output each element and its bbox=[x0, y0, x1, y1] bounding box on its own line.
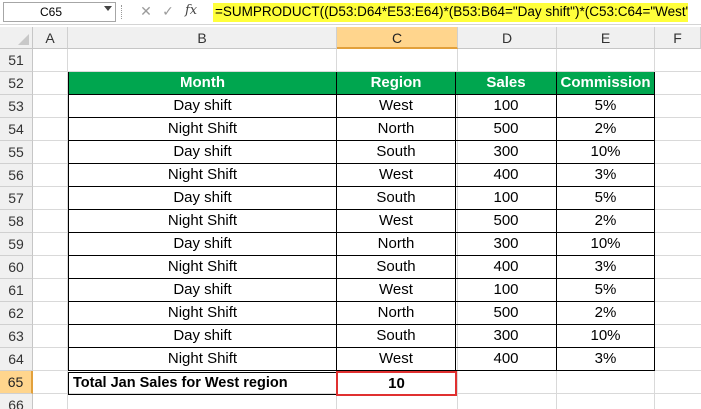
insert-function-icon[interactable]: fx bbox=[185, 3, 197, 18]
row-header-52[interactable]: 52 bbox=[0, 72, 33, 95]
cell-month[interactable]: Night Shift bbox=[68, 302, 337, 325]
row-header-58[interactable]: 58 bbox=[0, 210, 33, 233]
cell-sales[interactable]: 500 bbox=[456, 118, 557, 141]
row-header-63[interactable]: 63 bbox=[0, 325, 33, 348]
row-header-61[interactable]: 61 bbox=[0, 279, 33, 302]
cell-commission[interactable]: 2% bbox=[557, 210, 655, 233]
cell-region[interactable]: West bbox=[337, 348, 456, 371]
cell-commission[interactable]: 2% bbox=[557, 302, 655, 325]
cell-month[interactable]: Day shift bbox=[68, 233, 337, 256]
table-row: Night Shift North 500 2% bbox=[68, 302, 655, 325]
cell-commission[interactable]: 3% bbox=[557, 348, 655, 371]
cell-month[interactable]: Day shift bbox=[68, 325, 337, 348]
table-header-row: Month Region Sales Commission bbox=[68, 72, 655, 95]
row-header-53[interactable]: 53 bbox=[0, 95, 33, 118]
cell-month[interactable]: Night Shift bbox=[68, 118, 337, 141]
row-header-56[interactable]: 56 bbox=[0, 164, 33, 187]
row-header-65[interactable]: 65 bbox=[0, 371, 33, 394]
row-header-57[interactable]: 57 bbox=[0, 187, 33, 210]
table-row: Day shift North 300 10% bbox=[68, 233, 655, 256]
row-header-59[interactable]: 59 bbox=[0, 233, 33, 256]
select-all-icon bbox=[18, 34, 29, 45]
header-month[interactable]: Month bbox=[68, 72, 337, 95]
table-row: Night Shift West 500 2% bbox=[68, 210, 655, 233]
cell-region[interactable]: South bbox=[337, 256, 456, 279]
formula-bar: C65 ✕ ✓ fx =SUMPRODUCT((D53:D64*E53:E64)… bbox=[0, 0, 701, 25]
cell-commission[interactable]: 2% bbox=[557, 118, 655, 141]
cell-commission[interactable]: 10% bbox=[557, 325, 655, 348]
cell-month[interactable]: Night Shift bbox=[68, 164, 337, 187]
cell-sales[interactable]: 100 bbox=[456, 187, 557, 210]
cell-region[interactable]: South bbox=[337, 141, 456, 164]
formula-input[interactable]: =SUMPRODUCT((D53:D64*E53:E64)*(B53:B64="… bbox=[213, 3, 688, 22]
name-box[interactable]: C65 bbox=[3, 2, 116, 22]
cell-commission[interactable]: 5% bbox=[557, 279, 655, 302]
cell-commission[interactable]: 3% bbox=[557, 256, 655, 279]
select-all-corner[interactable] bbox=[0, 27, 33, 49]
header-sales[interactable]: Sales bbox=[456, 72, 557, 95]
row-header-66[interactable]: 66 bbox=[0, 394, 33, 409]
cancel-entry-icon[interactable]: ✕ bbox=[138, 3, 154, 20]
cell-region[interactable]: West bbox=[337, 95, 456, 118]
cell-commission[interactable]: 10% bbox=[557, 233, 655, 256]
cell-month[interactable]: Night Shift bbox=[68, 210, 337, 233]
cell-region[interactable]: South bbox=[337, 187, 456, 210]
cell-region[interactable]: South bbox=[337, 325, 456, 348]
cell-sales[interactable]: 400 bbox=[456, 256, 557, 279]
total-label-cell[interactable]: Total Jan Sales for West region bbox=[68, 372, 337, 395]
formula-bar-separator bbox=[121, 5, 123, 19]
column-header-d[interactable]: D bbox=[458, 27, 557, 49]
header-commission[interactable]: Commission bbox=[557, 72, 655, 95]
cell-sales[interactable]: 300 bbox=[456, 325, 557, 348]
cell-month[interactable]: Night Shift bbox=[68, 348, 337, 371]
cell-month[interactable]: Day shift bbox=[68, 141, 337, 164]
table-row: Night Shift South 400 3% bbox=[68, 256, 655, 279]
table-row: Night Shift West 400 3% bbox=[68, 164, 655, 187]
cell-region[interactable]: West bbox=[337, 164, 456, 187]
table-row: Night Shift West 400 3% bbox=[68, 348, 655, 371]
row-header-60[interactable]: 60 bbox=[0, 256, 33, 279]
cell-region[interactable]: North bbox=[337, 302, 456, 325]
cell-region[interactable]: West bbox=[337, 210, 456, 233]
column-header-a[interactable]: A bbox=[33, 27, 68, 49]
table-row: Day shift South 300 10% bbox=[68, 141, 655, 164]
row-header-54[interactable]: 54 bbox=[0, 118, 33, 141]
cell-commission[interactable]: 5% bbox=[557, 95, 655, 118]
cell-sales[interactable]: 300 bbox=[456, 141, 557, 164]
column-header-e[interactable]: E bbox=[557, 27, 655, 49]
cell-sales[interactable]: 500 bbox=[456, 210, 557, 233]
cell-region[interactable]: North bbox=[337, 118, 456, 141]
cell-sales[interactable]: 500 bbox=[456, 302, 557, 325]
row-header-64[interactable]: 64 bbox=[0, 348, 33, 371]
cell-commission[interactable]: 3% bbox=[557, 164, 655, 187]
cell-region[interactable]: West bbox=[337, 279, 456, 302]
table-row: Day shift South 100 5% bbox=[68, 187, 655, 210]
cell-sales[interactable]: 400 bbox=[456, 164, 557, 187]
header-region[interactable]: Region bbox=[337, 72, 456, 95]
name-box-dropdown-icon[interactable] bbox=[104, 6, 112, 11]
column-header-b[interactable]: B bbox=[68, 27, 337, 49]
cell-sales[interactable]: 100 bbox=[456, 95, 557, 118]
table-row: Day shift South 300 10% bbox=[68, 325, 655, 348]
table-row: Night Shift North 500 2% bbox=[68, 118, 655, 141]
column-header-c[interactable]: C bbox=[337, 27, 458, 49]
total-value-cell[interactable]: 10 bbox=[336, 371, 457, 396]
cell-sales[interactable]: 300 bbox=[456, 233, 557, 256]
cell-month[interactable]: Night Shift bbox=[68, 256, 337, 279]
cell-sales[interactable]: 100 bbox=[456, 279, 557, 302]
column-header-f[interactable]: F bbox=[655, 27, 701, 49]
row-header-62[interactable]: 62 bbox=[0, 302, 33, 325]
table-row: Day shift West 100 5% bbox=[68, 95, 655, 118]
cell-commission[interactable]: 5% bbox=[557, 187, 655, 210]
cell-sales[interactable]: 400 bbox=[456, 348, 557, 371]
table-row: Day shift West 100 5% bbox=[68, 279, 655, 302]
row-header-51[interactable]: 51 bbox=[0, 49, 33, 72]
confirm-entry-icon[interactable]: ✓ bbox=[160, 3, 176, 20]
cell-region[interactable]: North bbox=[337, 233, 456, 256]
cell-month[interactable]: Day shift bbox=[68, 187, 337, 210]
cell-month[interactable]: Day shift bbox=[68, 95, 337, 118]
cell-month[interactable]: Day shift bbox=[68, 279, 337, 302]
cell-commission[interactable]: 10% bbox=[557, 141, 655, 164]
row-header-55[interactable]: 55 bbox=[0, 141, 33, 164]
